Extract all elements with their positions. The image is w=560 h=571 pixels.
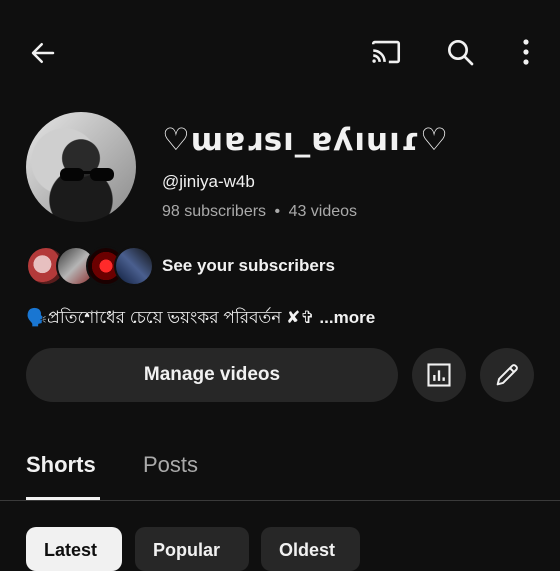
- chip-oldest[interactable]: Oldest: [261, 527, 360, 571]
- sunglasses-image-detail: [60, 168, 114, 182]
- description-more-link[interactable]: ...more: [319, 308, 375, 327]
- search-button[interactable]: [438, 30, 482, 74]
- manage-videos-button[interactable]: Manage videos: [26, 348, 398, 402]
- back-button[interactable]: [22, 32, 64, 74]
- description-text: 🗣️প্রতিশোধের চেয়ে ভয়ংকর পরিবর্তন ✘✞: [26, 308, 315, 327]
- edit-channel-button[interactable]: [480, 348, 534, 402]
- chip-popular[interactable]: Popular: [135, 527, 249, 571]
- analytics-button[interactable]: [412, 348, 466, 402]
- tab-shorts[interactable]: Shorts: [26, 452, 96, 478]
- channel-avatar[interactable]: [26, 112, 136, 222]
- see-subscribers-link[interactable]: See your subscribers: [162, 256, 335, 276]
- subscriber-avatars[interactable]: [26, 246, 154, 286]
- more-options-button[interactable]: [506, 30, 546, 74]
- cast-button[interactable]: [364, 30, 408, 74]
- channel-handle: @jiniya-w4b: [162, 172, 255, 191]
- pencil-icon: [496, 364, 518, 386]
- search-icon: [448, 40, 474, 66]
- channel-description[interactable]: 🗣️প্রতিশোধের চেয়ে ভয়ংকর পরিবর্তন ✘✞ ..…: [26, 305, 375, 333]
- stats-separator: •: [274, 203, 281, 220]
- tabs-divider: [0, 500, 560, 501]
- video-count: 43 videos: [288, 203, 358, 220]
- more-vertical-icon: [523, 39, 529, 65]
- arrow-left-icon: [31, 43, 55, 63]
- subscriber-avatar: [114, 246, 154, 286]
- channel-stats[interactable]: 98 subscribers • 43 videos: [162, 203, 357, 221]
- tab-posts[interactable]: Posts: [143, 452, 198, 478]
- cast-icon: [371, 40, 401, 64]
- channel-name: ♡ɯɐɹsı_ɐʎıuıɾ♡: [162, 122, 449, 158]
- analytics-icon: [427, 363, 451, 387]
- subscriber-count: 98 subscribers: [162, 203, 267, 220]
- chip-latest[interactable]: Latest: [26, 527, 122, 571]
